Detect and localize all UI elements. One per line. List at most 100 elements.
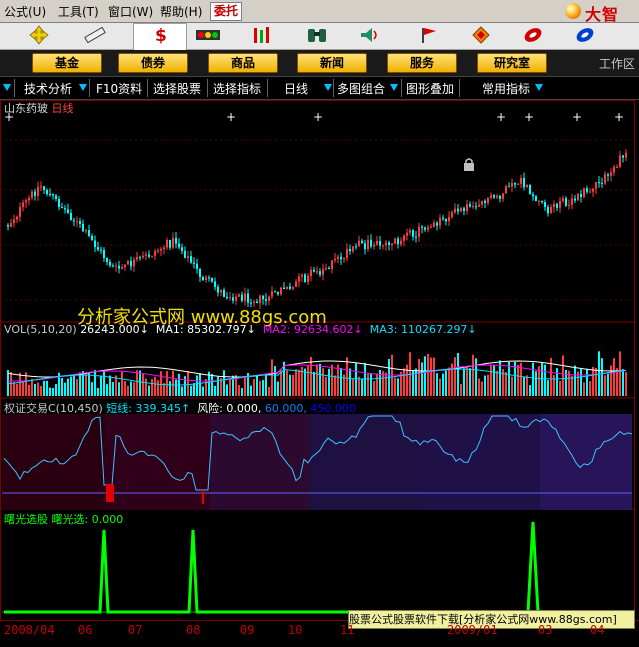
volume-bar xyxy=(442,373,444,396)
candle-body xyxy=(28,197,30,201)
candle-body xyxy=(157,250,159,252)
event-markers: + + + + + + + xyxy=(4,110,624,124)
volume-bar xyxy=(145,378,147,396)
candle-body xyxy=(535,196,537,202)
nav-bond-button[interactable]: 债券 xyxy=(118,53,188,73)
menu-window[interactable]: 窗口(W) xyxy=(108,3,153,20)
qz-indicator-label: 权证交易C(10,450) 短线: 339.345↑, 风险: 0.000, 6… xyxy=(4,402,356,415)
candle-body xyxy=(526,184,528,188)
menu-formula[interactable]: 公式(U) xyxy=(4,3,46,20)
select-indicator-button[interactable]: 选择指标 xyxy=(213,80,261,97)
qz-v2: 450.000 xyxy=(310,402,356,415)
binoculars-icon[interactable] xyxy=(292,25,342,46)
candle-body xyxy=(100,249,102,251)
select-stock-button[interactable]: 选择股票 xyxy=(153,80,201,97)
candle-body xyxy=(313,269,315,272)
volume-bar xyxy=(88,373,90,396)
volume-bar xyxy=(493,365,495,396)
dropdown-arrow-icon[interactable] xyxy=(3,84,11,91)
candle-body xyxy=(322,269,324,275)
menu-tools[interactable]: 工具(T) xyxy=(58,3,99,20)
menu-help[interactable]: 帮助(H) xyxy=(160,3,202,20)
candle-body xyxy=(514,182,516,185)
volume-bar xyxy=(457,352,459,396)
volume-bar xyxy=(268,386,270,396)
workspace-label[interactable]: 工作区 xyxy=(599,55,635,72)
nav-commodity-button[interactable]: 商品 xyxy=(208,53,278,73)
volume-bar xyxy=(22,381,24,396)
candle-body xyxy=(364,243,366,250)
candle-body xyxy=(508,186,510,188)
traffic-light-icon[interactable] xyxy=(183,25,233,46)
volume-bar xyxy=(76,379,78,396)
volume-bar xyxy=(37,382,39,396)
volume-bar xyxy=(256,375,258,396)
entrust-button[interactable]: 委托 xyxy=(210,2,242,21)
candle-body xyxy=(325,267,327,270)
volume-bar xyxy=(70,376,72,396)
volume-bar xyxy=(331,364,333,396)
volume-bar xyxy=(478,378,480,396)
volume-bar xyxy=(454,357,456,396)
qz-band xyxy=(420,414,540,510)
candle-body xyxy=(34,191,36,196)
bar-chart-icon[interactable] xyxy=(238,25,288,46)
tech-analysis-button[interactable]: 技术分析 xyxy=(24,80,72,97)
volume-bar xyxy=(505,371,507,396)
dropdown-arrow-icon[interactable] xyxy=(324,84,332,91)
flag-icon[interactable] xyxy=(403,25,453,46)
volume-bar xyxy=(196,375,198,396)
candle-body xyxy=(397,238,399,245)
nav-service-button[interactable]: 服务 xyxy=(387,53,457,73)
candle-body xyxy=(220,289,222,293)
volume-bar xyxy=(304,368,306,396)
qz-band xyxy=(105,414,210,510)
daily-period-button[interactable]: 日线 xyxy=(284,80,308,97)
candle-body xyxy=(529,184,531,195)
separator xyxy=(147,79,148,97)
candle-body xyxy=(91,235,93,241)
dropdown-arrow-icon[interactable] xyxy=(390,84,398,91)
dropdown-arrow-icon[interactable] xyxy=(535,84,543,91)
candle-body xyxy=(580,194,582,198)
nav-news-button[interactable]: 新闻 xyxy=(297,53,367,73)
candle-body xyxy=(427,227,429,230)
volume-bar xyxy=(328,368,330,396)
swirl-icon-2[interactable] xyxy=(560,25,610,46)
speaker-icon[interactable] xyxy=(344,25,394,46)
candle-body xyxy=(73,220,75,222)
candle-body xyxy=(193,262,195,264)
move-cross-icon[interactable] xyxy=(14,25,64,46)
candle-body xyxy=(613,167,615,173)
nav-bar: 基金 债券 商品 新闻 服务 研究室 工作区 xyxy=(0,50,639,77)
multi-chart-button[interactable]: 多图组合 xyxy=(337,80,385,97)
candle-body xyxy=(589,191,591,193)
common-indicator-button[interactable]: 常用指标 xyxy=(482,80,530,97)
volume-bar xyxy=(130,381,132,396)
candle-body xyxy=(502,193,504,199)
f10-button[interactable]: F10资料 xyxy=(96,80,142,97)
dropdown-arrow-icon[interactable] xyxy=(79,84,87,91)
nav-fund-button[interactable]: 基金 xyxy=(32,53,102,73)
candle-body xyxy=(442,217,444,219)
candle-body xyxy=(445,218,447,222)
candle-body xyxy=(352,246,354,252)
candle-body xyxy=(511,182,513,187)
candle-body xyxy=(139,257,141,259)
candle-body xyxy=(112,265,114,267)
candle-body xyxy=(583,188,585,198)
dollar-icon[interactable]: $ xyxy=(135,25,185,46)
diamond-icon[interactable] xyxy=(456,25,506,46)
swirl-icon-1[interactable] xyxy=(508,25,558,46)
ruler-icon[interactable] xyxy=(70,25,120,46)
qz-risk: 风险: 0.000, xyxy=(197,402,262,415)
overlay-button[interactable]: 图形叠加 xyxy=(406,80,454,97)
candle-body xyxy=(244,293,246,301)
nav-research-button[interactable]: 研究室 xyxy=(477,53,547,73)
volume-bar xyxy=(559,380,561,396)
volume-bar xyxy=(277,381,279,396)
candle-body xyxy=(538,200,540,202)
stock-chart[interactable]: + + + + + + + xyxy=(0,100,639,647)
volume-bar xyxy=(73,375,75,396)
separator xyxy=(459,79,460,97)
